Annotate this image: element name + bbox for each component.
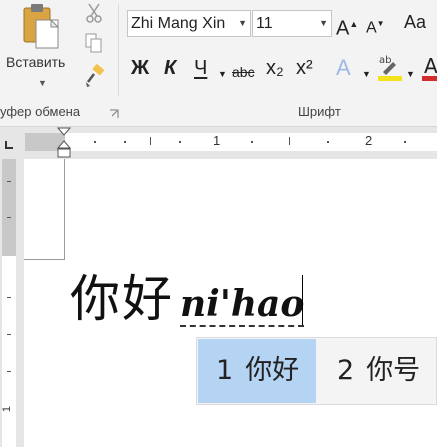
svg-text:ab: ab [379,55,391,66]
vruler-tick [7,297,11,298]
margin-corner-mark [64,159,65,259]
subscript-button[interactable]: x₂ [266,56,284,80]
font-name-value: Zhi Mang Xin [131,15,226,32]
clipboard-launcher-icon[interactable] [109,106,119,118]
grow-font-button[interactable]: A▲ [336,12,358,41]
ruler-dot [94,141,96,143]
margin-corner-mark [24,259,65,260]
clipboard-group-label: уфер обмена [0,104,81,119]
shrink-font-label: A [366,19,377,37]
ruler-dot [179,141,181,143]
ime-candidate-2[interactable]: 2 你号 [319,339,434,403]
ime-candidate-text: 你号 [366,355,421,386]
font-name-dropdown-icon[interactable]: ▼ [238,11,247,36]
underline-dropdown-icon[interactable]: ▼ [218,62,227,86]
font-size-value: 11 [256,15,273,32]
composition-text: ni'hao [180,283,305,327]
document-text-line[interactable]: 你好 ni'hao [70,267,305,331]
grow-font-label: A [336,17,350,40]
highlight-button[interactable]: ab [377,52,403,82]
text-effects-dropdown-icon[interactable]: ▼ [362,62,371,86]
font-size-combobox[interactable]: 11 ▼ [252,10,332,37]
text-effects-button[interactable]: A [336,56,351,80]
ruler-tick [289,137,290,145]
ruler-dot [404,141,406,143]
paste-icon[interactable] [22,2,62,50]
font-size-dropdown-icon[interactable]: ▼ [319,11,328,36]
font-name-combobox[interactable]: Zhi Mang Xin ▼ [127,10,251,37]
ruler-number-2: 2 [365,133,373,148]
ribbon: Вставить ▼ уфер обмена Zhi Mang Xin ▼ 11… [0,0,437,127]
ime-candidate-window: 1 你好 2 你号 [196,337,437,405]
ruler-strip [25,133,437,151]
committed-text: 你好 [70,270,174,328]
format-painter-icon[interactable] [84,64,106,88]
change-case-button[interactable]: Aa [404,10,426,34]
vertical-ruler-top-margin [2,159,16,256]
bold-button[interactable]: Ж [131,56,149,80]
paste-button[interactable]: Вставить [6,54,65,70]
ruler-dot [124,141,126,143]
vruler-tick [7,217,11,218]
ruler-dot [327,141,329,143]
horizontal-ruler[interactable]: 1 2 [0,127,437,159]
vruler-tick [7,334,11,335]
shrink-font-button[interactable]: A▼ [366,12,385,40]
ime-candidate-1[interactable]: 1 你好 [198,339,316,403]
clipboard-group-divider [118,4,119,96]
cut-icon[interactable] [84,2,104,24]
tab-selector-icon[interactable] [4,137,14,149]
change-case-label: Aa [404,12,427,32]
superscript-button[interactable]: x² [296,56,313,80]
italic-button[interactable]: К [164,56,176,80]
svg-text:A: A [424,54,437,78]
ime-candidate-index: 2 [337,355,355,386]
ruler-dot [251,141,253,143]
ruler-number-1: 1 [213,133,221,148]
paste-dropdown-icon[interactable]: ▼ [38,78,47,88]
highlight-dropdown-icon[interactable]: ▼ [406,62,415,86]
font-group-label: Шрифт [298,104,341,119]
ime-candidate-index: 1 [216,355,234,386]
ime-candidate-text: 你好 [245,355,300,386]
text-caret [302,275,303,325]
vertical-ruler[interactable]: 1 [0,159,18,447]
ruler-tick [150,137,151,145]
clipboard-group: Вставить ▼ [0,0,120,100]
vruler-tick [7,181,11,182]
copy-icon[interactable] [84,32,104,54]
indent-marker-icon[interactable] [56,127,72,159]
highlight-color-swatch [378,76,402,81]
strikethrough-button[interactable]: abc [232,60,255,84]
vruler-tick [7,371,11,372]
underline-button[interactable]: Ч [194,56,207,80]
vruler-number-1: 1 [1,405,14,413]
font-color-button[interactable]: A [421,52,437,82]
